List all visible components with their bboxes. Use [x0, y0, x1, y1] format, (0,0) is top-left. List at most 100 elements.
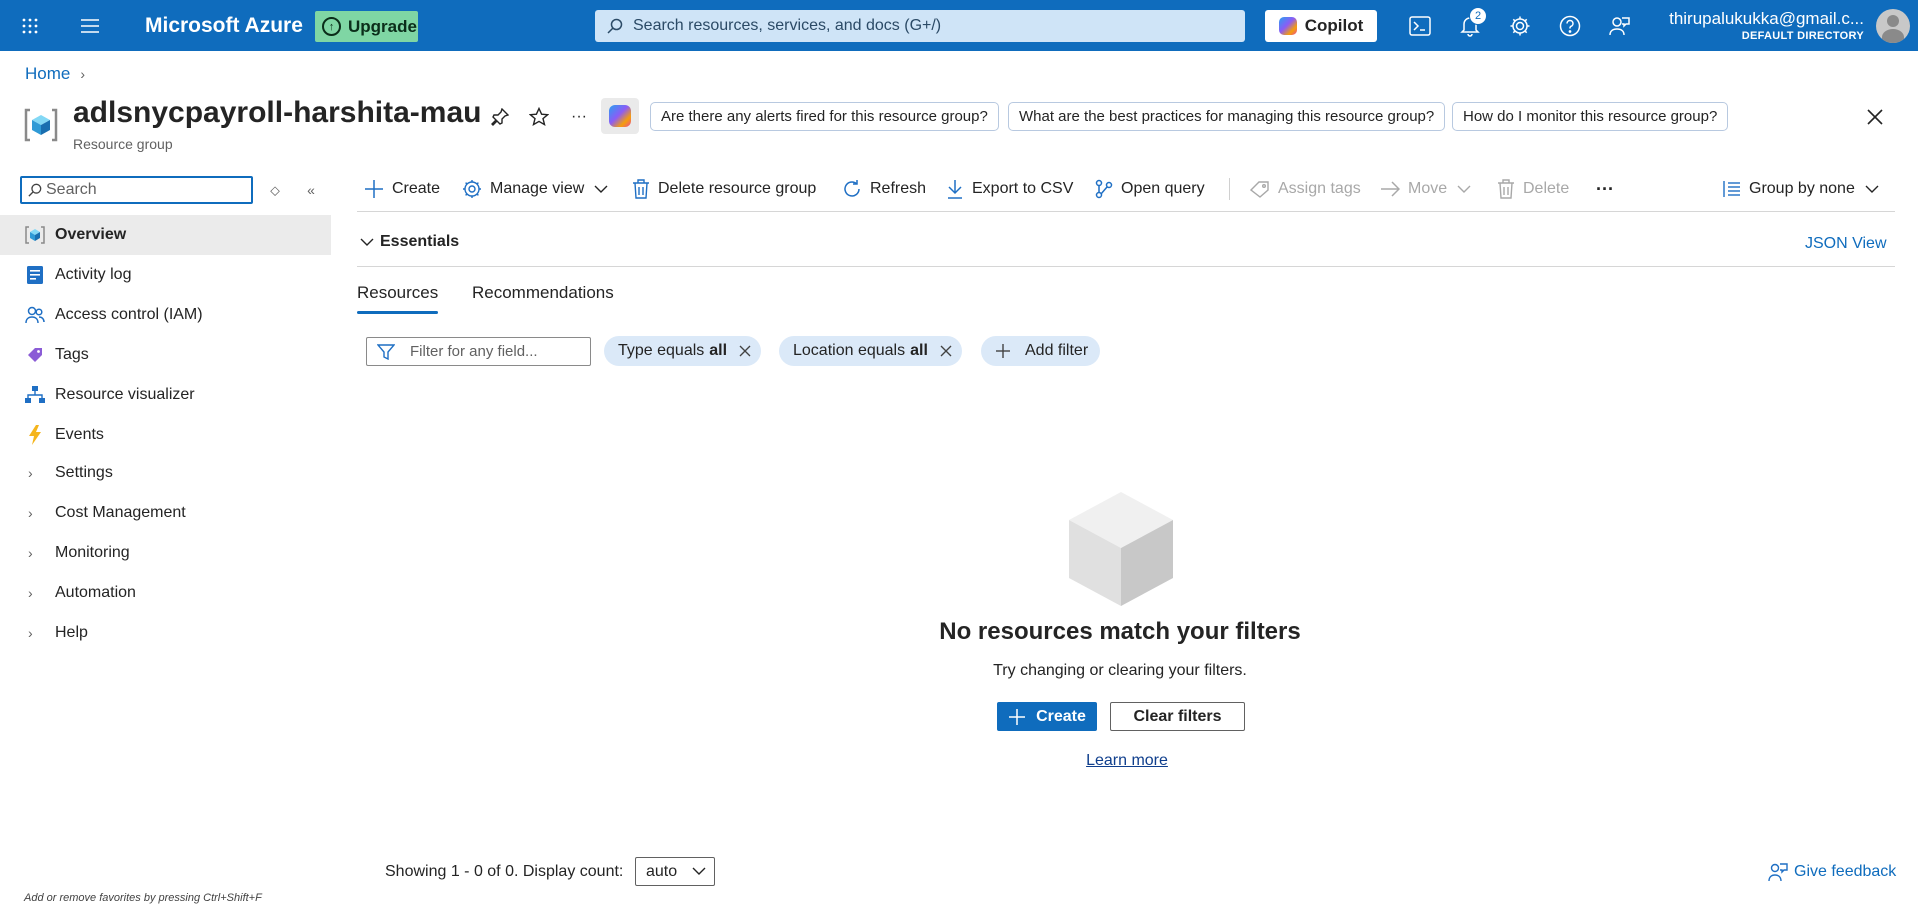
open-query-button[interactable]: Open query	[1095, 178, 1205, 200]
arrow-up-icon: ↑	[322, 17, 341, 36]
hierarchy-icon	[25, 385, 45, 405]
sidebar-search-input[interactable]: Search	[20, 176, 253, 204]
essentials-label: Essentials	[380, 233, 460, 250]
delete-label: Delete	[1523, 180, 1570, 197]
sidebar-item-overview[interactable]: Overview	[0, 215, 331, 255]
tag-icon	[25, 345, 45, 365]
upgrade-label: Upgrade	[348, 16, 417, 36]
sidebar-group-automation[interactable]: › Automation	[0, 573, 331, 613]
chevron-right-icon: ›	[28, 585, 33, 601]
empty-cube-icon	[1069, 492, 1173, 606]
expand-collapse-icon[interactable]: ⬦	[266, 181, 284, 199]
type-filter-pill[interactable]: Type equals all	[604, 336, 762, 366]
type-filter-prefix: Type equals	[618, 342, 705, 359]
star-icon[interactable]	[527, 105, 551, 129]
more-options-icon[interactable]: ···	[567, 105, 591, 129]
account-menu[interactable]: thirupalukukka@gmail.c... DEFAULT DIRECT…	[1669, 9, 1864, 43]
top-bar: Microsoft Azure ↑ Upgrade Search resourc…	[0, 0, 1918, 51]
global-search-placeholder: Search resources, services, and docs (G+…	[633, 17, 942, 34]
breadcrumb: Home ›	[25, 64, 85, 84]
divider	[357, 211, 1895, 212]
sidebar-item-activity-log[interactable]: Activity log	[0, 255, 331, 295]
chevron-down-icon	[1457, 185, 1471, 193]
filter-any-field-input[interactable]: Filter for any field...	[366, 337, 591, 366]
sidebar-item-access-control[interactable]: Access control (IAM)	[0, 295, 331, 335]
page-title: adlsnycpayroll-harshita-mau	[73, 96, 482, 129]
global-search-input[interactable]: Search resources, services, and docs (G+…	[595, 10, 1245, 42]
empty-create-label: Create	[1036, 707, 1086, 725]
location-filter-value: all	[910, 342, 928, 359]
display-count-select[interactable]: auto	[635, 857, 715, 886]
pin-icon[interactable]	[488, 105, 512, 129]
move-button[interactable]: Move	[1380, 178, 1471, 200]
settings-gear-icon[interactable]	[1507, 13, 1533, 39]
refresh-button[interactable]: Refresh	[842, 178, 926, 200]
sidebar-group-cost-management[interactable]: › Cost Management	[0, 493, 331, 533]
copilot-prompt-button[interactable]	[601, 98, 639, 134]
json-view-link[interactable]: JSON View	[1805, 235, 1887, 253]
sidebar-item-label: Tags	[55, 346, 89, 363]
learn-more-link[interactable]: Learn more	[0, 752, 1918, 770]
remove-filter-icon[interactable]	[739, 345, 751, 357]
close-icon[interactable]	[1862, 104, 1888, 130]
empty-create-button[interactable]: Create	[997, 702, 1097, 731]
assign-tags-label: Assign tags	[1278, 180, 1361, 197]
gear-icon	[463, 180, 481, 198]
help-icon[interactable]	[1557, 13, 1583, 39]
feedback-person-icon	[1768, 863, 1788, 882]
tab-recommendations[interactable]: Recommendations	[472, 283, 614, 303]
copilot-button[interactable]: Copilot	[1265, 10, 1377, 42]
clear-filters-button[interactable]: Clear filters	[1110, 702, 1245, 731]
sidebar-item-events[interactable]: Events	[0, 415, 331, 455]
open-query-label: Open query	[1121, 180, 1205, 197]
sidebar-item-tags[interactable]: Tags	[0, 335, 331, 375]
essentials-toggle[interactable]: Essentials	[360, 233, 459, 251]
breadcrumb-home-link[interactable]: Home	[25, 64, 70, 84]
app-launcher-icon[interactable]	[17, 13, 43, 39]
cloud-shell-icon[interactable]	[1407, 13, 1433, 39]
avatar[interactable]	[1876, 9, 1910, 43]
add-filter-button[interactable]: Add filter	[981, 336, 1101, 366]
location-filter-pill[interactable]: Location equals all	[779, 336, 962, 366]
arrow-right-icon	[1381, 181, 1400, 197]
copilot-icon	[1278, 17, 1297, 35]
delete-resource-group-label: Delete resource group	[658, 180, 817, 197]
export-csv-button[interactable]: Export to CSV	[946, 178, 1073, 200]
trash-icon	[633, 179, 649, 199]
brand-name[interactable]: Microsoft Azure	[145, 14, 303, 38]
remove-filter-icon[interactable]	[940, 345, 952, 357]
group-by-label: Group by none	[1749, 180, 1855, 197]
chevron-right-icon: ›	[28, 545, 33, 561]
manage-view-button[interactable]: Manage view	[462, 178, 608, 200]
notification-count-badge: 2	[1469, 7, 1487, 25]
feedback-person-icon[interactable]	[1607, 13, 1633, 39]
give-feedback-link[interactable]: Give feedback	[1768, 862, 1896, 882]
collapse-sidebar-icon[interactable]: «	[302, 181, 320, 199]
more-commands-icon[interactable]: ···	[1596, 178, 1614, 200]
lightning-icon	[25, 425, 45, 445]
upgrade-button[interactable]: ↑ Upgrade	[315, 11, 418, 42]
activity-log-icon	[25, 265, 45, 285]
tab-resources[interactable]: Resources	[357, 283, 438, 303]
copilot-prompt-alerts[interactable]: Are there any alerts fired for this reso…	[650, 102, 999, 131]
favorites-hint: Add or remove favorites by pressing Ctrl…	[24, 892, 262, 904]
chevron-right-icon: ›	[80, 66, 86, 82]
list-icon	[1723, 181, 1740, 197]
copilot-prompt-best-practices[interactable]: What are the best practices for managing…	[1008, 102, 1446, 131]
sidebar-group-label: Automation	[55, 584, 136, 601]
query-graph-icon	[1095, 179, 1113, 199]
pagination-summary: Showing 1 - 0 of 0. Display count:	[385, 863, 624, 880]
assign-tags-button[interactable]: Assign tags	[1250, 178, 1361, 200]
copilot-prompt-monitor[interactable]: How do I monitor this resource group?	[1452, 102, 1729, 131]
hamburger-menu-icon[interactable]	[77, 13, 103, 39]
resource-group-icon	[25, 225, 45, 245]
sidebar-item-resource-visualizer[interactable]: Resource visualizer	[0, 375, 331, 415]
create-button[interactable]: Create	[364, 178, 440, 200]
filter-funnel-icon	[377, 344, 395, 360]
delete-button[interactable]: Delete	[1497, 178, 1569, 200]
copilot-icon	[609, 105, 631, 127]
sidebar-group-monitoring[interactable]: › Monitoring	[0, 533, 331, 573]
group-by-dropdown[interactable]: Group by none	[1723, 178, 1879, 200]
sidebar-group-settings[interactable]: › Settings	[0, 453, 331, 493]
delete-resource-group-button[interactable]: Delete resource group	[632, 178, 816, 200]
